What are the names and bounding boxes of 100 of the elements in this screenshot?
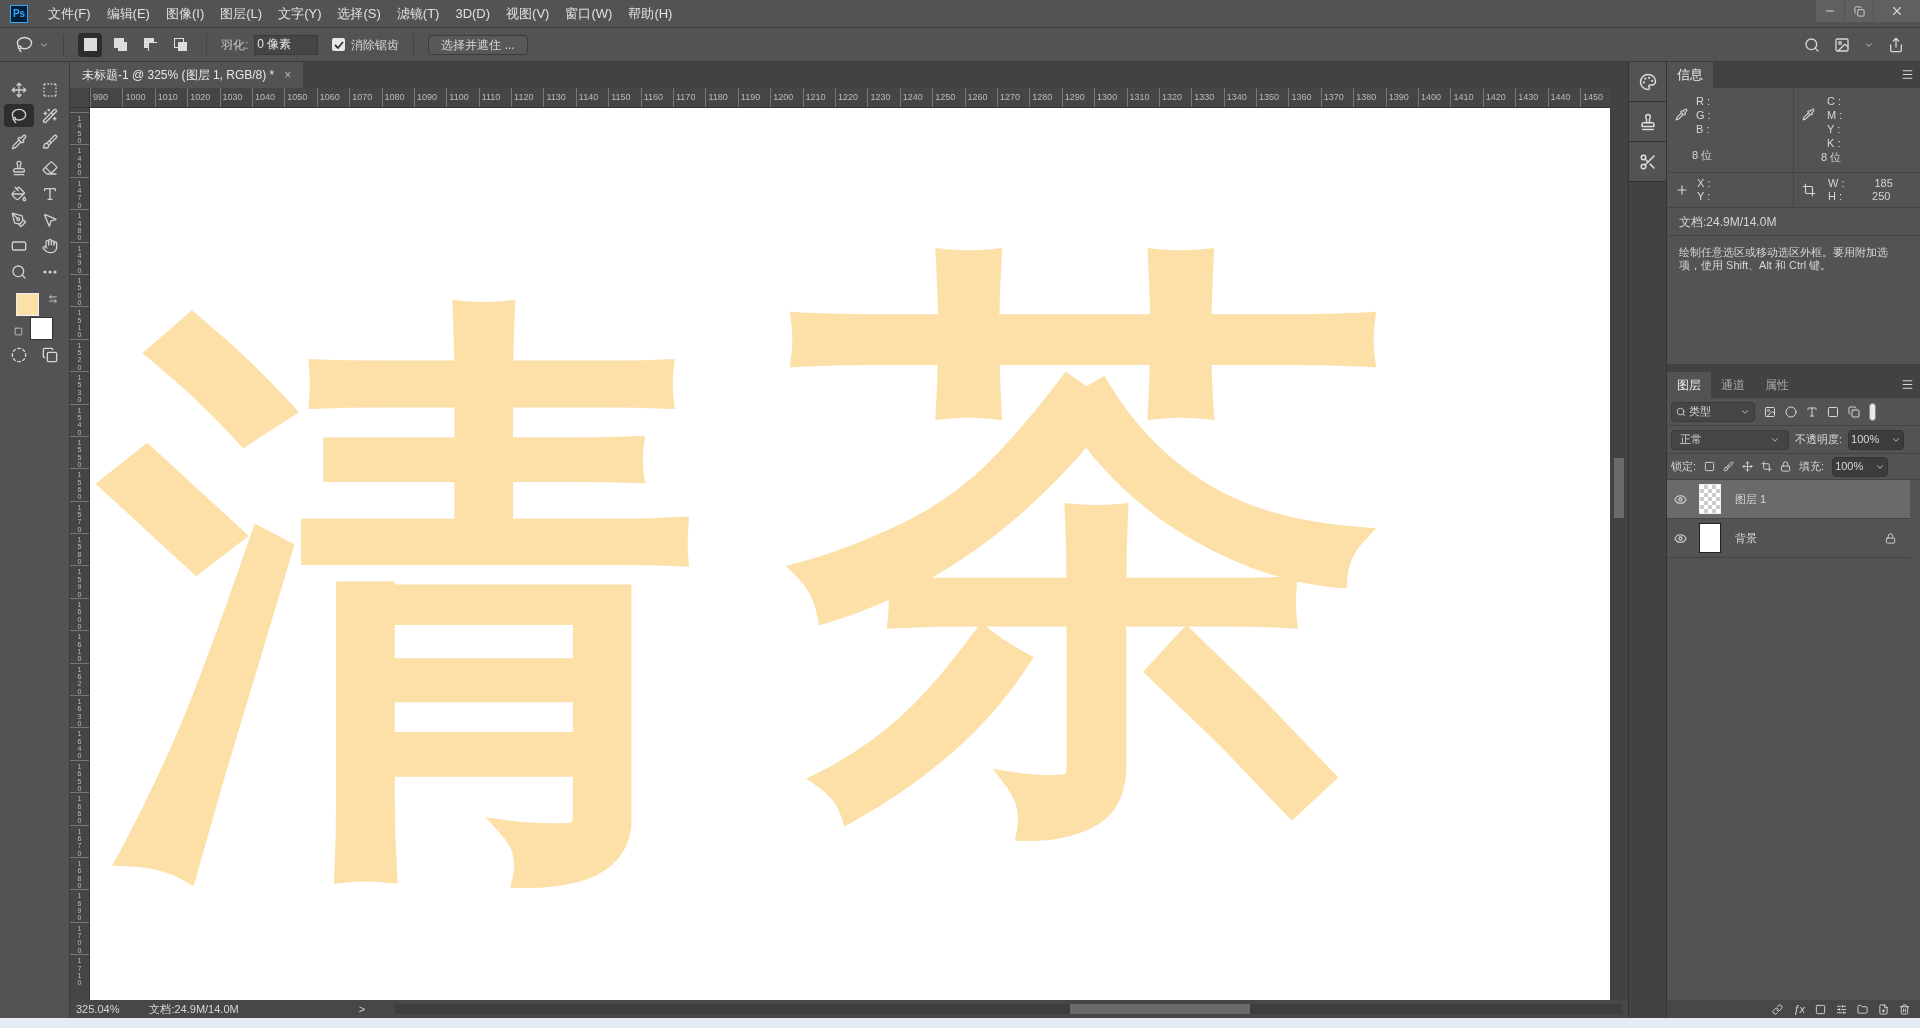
adjustment-filter-icon[interactable]: [1785, 405, 1797, 418]
tool-hint: 绘制任意选区或移动选区外框。要用附加选项，使用 Shift、Alt 和 Ctrl 键。: [1678, 245, 1889, 272]
menu-item[interactable]: 文件(F): [42, 2, 97, 25]
eyedropper-icon: [1675, 108, 1688, 121]
crosshair-icon: [1675, 183, 1689, 197]
move-icon: [11, 81, 27, 98]
menu-item[interactable]: 图层(L): [214, 2, 269, 25]
channel-label: B :: [1696, 122, 1711, 136]
lock-icon[interactable]: [1780, 461, 1792, 472]
workspace-icon[interactable]: [1834, 36, 1850, 53]
feather-field[interactable]: 0 像素: [254, 34, 319, 55]
trash-icon[interactable]: [1899, 1003, 1910, 1015]
feather-label: 羽化:: [221, 36, 249, 54]
type-filter-icon[interactable]: [1806, 405, 1818, 418]
restore-button[interactable]: [1845, 0, 1873, 22]
ruler-label: 1420: [1485, 90, 1506, 104]
ruler-label: 1250: [935, 90, 956, 104]
ruler-label: 1010: [157, 90, 178, 104]
link-icon[interactable]: [1772, 1003, 1784, 1015]
menu-item[interactable]: 编辑(E): [100, 2, 156, 25]
search-icon[interactable]: [1804, 36, 1820, 53]
foreground-color-swatch[interactable]: [16, 293, 39, 316]
blend-mode-dropdown[interactable]: 正常: [1671, 429, 1789, 450]
panel-tab[interactable]: 图层: [1667, 372, 1711, 398]
pointer-icon: [41, 211, 58, 228]
palette-icon[interactable]: [1638, 72, 1657, 91]
tools-icon[interactable]: [1638, 152, 1657, 171]
document-size: 文档:24.9M/14.0M: [1679, 213, 1777, 231]
fill-field[interactable]: 100%: [1832, 456, 1889, 477]
swap-colors-icon[interactable]: [48, 294, 58, 304]
quick-mask-icon[interactable]: [11, 347, 28, 363]
ruler-label: 1130: [546, 90, 566, 104]
lock-pixels-icon[interactable]: [1704, 461, 1716, 472]
move-icon[interactable]: [1742, 461, 1754, 472]
lasso-icon[interactable]: [16, 36, 33, 53]
bit-depth: 8 位: [1692, 148, 1713, 162]
adjustment-icon[interactable]: [1836, 1003, 1847, 1015]
panel-menu-icon[interactable]: [1901, 378, 1914, 391]
brush-icon[interactable]: [1723, 461, 1735, 472]
select-and-mask-button[interactable]: 选择并遮住 ...: [428, 34, 528, 55]
channel-label: C :: [1827, 94, 1843, 108]
shape-filter-icon[interactable]: [1827, 405, 1839, 418]
ruler-label: 1370: [1323, 90, 1344, 104]
info-tab[interactable]: 信息: [1667, 62, 1713, 88]
tab-close-button[interactable]: ×: [284, 66, 292, 84]
scrollbar-thumb[interactable]: [1069, 1004, 1250, 1014]
new-layer-icon[interactable]: [1878, 1003, 1889, 1015]
filter-toggle[interactable]: [1869, 402, 1876, 421]
selection-mode-button[interactable]: [78, 32, 102, 57]
eyedropper-icon: [11, 133, 27, 150]
menu-item[interactable]: 选择(S): [331, 2, 387, 25]
menu-item[interactable]: 帮助(H): [622, 2, 679, 25]
layer-name: 背景: [1735, 530, 1758, 546]
screen-mode-icon[interactable]: [41, 347, 58, 363]
layer-row[interactable]: 背景: [1667, 519, 1910, 558]
mask-icon[interactable]: [1815, 1003, 1826, 1015]
menu-item[interactable]: 文字(Y): [272, 2, 328, 25]
menu-item[interactable]: 3D(D): [449, 2, 497, 25]
antialias-label: 消除锯齿: [351, 36, 400, 54]
ruler-label: 1230: [870, 90, 891, 104]
smart-object-filter-icon[interactable]: [1848, 405, 1860, 418]
default-colors-icon[interactable]: [14, 327, 23, 336]
fx-icon[interactable]: ƒx: [1793, 1000, 1805, 1018]
zoom-icon: [11, 263, 27, 280]
ruler-label: 1430: [1518, 90, 1539, 104]
antialias-checkbox[interactable]: [332, 38, 346, 51]
ruler-label: 1210: [805, 90, 826, 104]
visibility-icon[interactable]: [1673, 531, 1687, 545]
ruler-label: 1190: [740, 90, 761, 104]
menu-item[interactable]: 图像(I): [159, 2, 211, 25]
ruler-label: 1020: [190, 90, 211, 104]
scrollbar-thumb[interactable]: [1614, 458, 1624, 518]
layer-filter-dropdown[interactable]: 类型: [1671, 401, 1755, 422]
status-menu-button[interactable]: >: [358, 1000, 366, 1018]
folder-icon[interactable]: [1857, 1003, 1868, 1015]
share-icon[interactable]: [1888, 36, 1904, 53]
ruler-label: 1300: [1097, 90, 1118, 104]
menu-item[interactable]: 滤镜(T): [390, 2, 446, 25]
clone-source-icon[interactable]: [1638, 112, 1657, 131]
ruler-label: 1200: [773, 90, 794, 104]
document-tab[interactable]: 未标题-1 @ 325% (图层 1, RGB/8) * ×: [70, 62, 304, 88]
selection-size-icon: [1802, 183, 1816, 197]
ruler-label: 1400: [1421, 90, 1442, 104]
coordinate-label: Y :: [1697, 190, 1711, 203]
background-color-swatch[interactable]: [30, 317, 53, 340]
channel-label: Y :: [1827, 122, 1842, 136]
ruler-label: 1360: [1291, 90, 1312, 104]
ruler-label: 1040: [254, 90, 275, 104]
menu-item[interactable]: 视图(V): [500, 2, 556, 25]
lasso-tool[interactable]: [4, 104, 34, 127]
ruler-label: 1380: [1356, 90, 1377, 104]
panel-menu-icon[interactable]: [1901, 68, 1914, 81]
layer-row[interactable]: 图层 1: [1667, 480, 1910, 519]
panel-tab[interactable]: 通道: [1711, 372, 1755, 398]
opacity-field[interactable]: 100%: [1848, 429, 1905, 450]
visibility-icon[interactable]: [1673, 492, 1687, 506]
menu-item[interactable]: 窗口(W): [559, 2, 619, 25]
panel-tab[interactable]: 属性: [1755, 372, 1799, 398]
image-filter-icon[interactable]: [1764, 405, 1776, 418]
layer-thumbnail: [1699, 523, 1721, 553]
